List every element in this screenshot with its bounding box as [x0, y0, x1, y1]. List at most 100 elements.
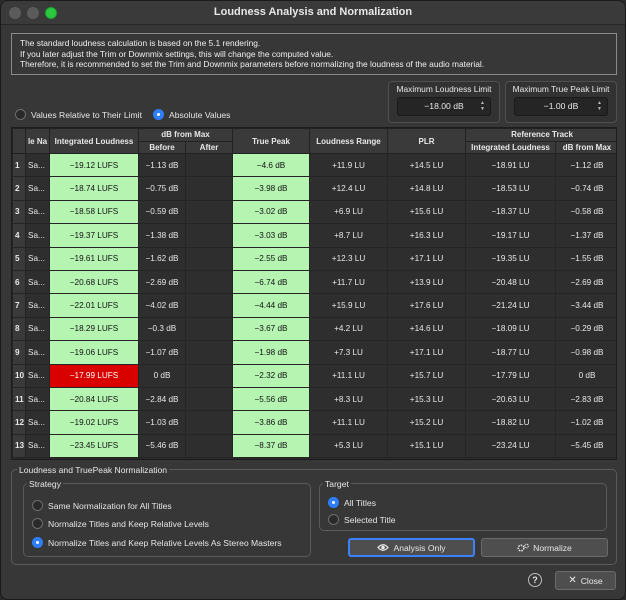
- max-loudness-limit-box: Maximum Loudness Limit −18.00 dB ▲ ▼: [388, 81, 500, 123]
- cell-title-name: Sa...: [25, 433, 50, 459]
- cell-ref-integrated: −18.37 LU: [465, 199, 557, 225]
- table-row[interactable]: 9 Sa... −19.06 LUFS −1.07 dB −1.98 dB +7.3 LU…: [12, 340, 616, 365]
- header-integrated[interactable]: Integrated Loudness: [49, 128, 139, 154]
- table-row[interactable]: 3 Sa... −18.58 LUFS −0.59 dB −3.02 dB +6.9 LU…: [12, 199, 616, 225]
- radio-off-icon: [32, 518, 43, 529]
- cell-ref-integrated: −20.48 LU: [465, 269, 557, 295]
- cell-dbfrommax-after: [184, 152, 234, 178]
- radio-on-icon: [153, 109, 164, 120]
- cell-dbfrommax-after: [184, 340, 234, 365]
- cell-title-name: Sa...: [25, 199, 50, 225]
- cell-dbfrommax-after: [184, 293, 234, 318]
- target-option-label: Selected Title: [344, 514, 396, 525]
- header-ref-dbfrommax[interactable]: dB from Max: [555, 140, 616, 154]
- table-row[interactable]: 10 Sa... −17.99 LUFS 0 dB −2.32 dB +11.1 LU +1…: [12, 363, 616, 388]
- header-before[interactable]: Before: [138, 140, 186, 154]
- normalization-group-label: Loudness and TruePeak Normalization: [17, 465, 170, 475]
- table-row[interactable]: 11 Sa... −20.84 LUFS −2.84 dB −5.56 dB +8.3 L…: [12, 386, 616, 412]
- row-index: 7: [12, 293, 26, 318]
- close-button[interactable]: ✕ Close: [555, 571, 616, 590]
- cell-dbfrommax-before: −4.02 dB: [138, 293, 186, 318]
- cell-ref-integrated: −17.79 LU: [465, 363, 557, 388]
- info-line-3: Therefore, it is recommended to set the …: [20, 59, 485, 69]
- help-button[interactable]: ?: [528, 573, 542, 587]
- cell-integrated-loudness: −19.02 LUFS: [49, 410, 139, 435]
- table-row[interactable]: 2 Sa... −18.74 LUFS −0.75 dB −3.98 dB +12.4 L…: [12, 176, 616, 201]
- relative-values-radio[interactable]: Values Relative to Their Limit: [15, 109, 142, 120]
- row-index: 3: [12, 199, 26, 225]
- table-row[interactable]: 1 Sa... −19.12 LUFS −1.13 dB −4.6 dB +11.9 LU…: [12, 152, 616, 178]
- eye-icon: [377, 544, 390, 551]
- cell-dbfrommax-before: −0.59 dB: [138, 199, 186, 225]
- cell-ref-integrated: −20.63 LU: [465, 386, 557, 412]
- cell-ref-integrated: −18.91 LU: [465, 152, 557, 178]
- cell-true-peak: −2.55 dB: [232, 246, 311, 271]
- title-bar: Loudness Analysis and Normalization: [1, 1, 625, 25]
- stepper-arrows-icon[interactable]: ▲ ▼: [480, 100, 485, 112]
- target-option-selected[interactable]: Selected Title: [328, 514, 396, 525]
- table-row[interactable]: 13 Sa... −23.45 LUFS −5.46 dB −8.37 dB +5.3 L…: [12, 433, 616, 459]
- header-after[interactable]: After: [184, 140, 234, 154]
- cell-plr: +15.7 LU: [387, 363, 467, 388]
- table-row[interactable]: 5 Sa... −19.61 LUFS −1.62 dB −2.55 dB +12.3 L…: [12, 246, 616, 271]
- header-name[interactable]: le Na: [25, 128, 50, 154]
- header-range[interactable]: Loudness Range: [309, 128, 389, 154]
- cell-plr: +17.1 LU: [387, 340, 467, 365]
- cell-dbfrommax-after: [184, 223, 234, 248]
- table-row[interactable]: 8 Sa... −18.29 LUFS −0.3 dB −3.67 dB +4.2 LU +…: [12, 316, 616, 342]
- cell-integrated-loudness: −19.61 LUFS: [49, 246, 139, 271]
- absolute-values-radio[interactable]: Absolute Values: [153, 109, 230, 120]
- cell-loudness-range: +5.3 LU: [309, 433, 389, 459]
- window-title: Loudness Analysis and Normalization: [213, 6, 413, 18]
- cell-loudness-range: +8.3 LU: [309, 386, 389, 412]
- strategy-option-label: Normalize Titles and Keep Relative Level…: [48, 537, 282, 548]
- normalize-button[interactable]: Normalize: [481, 538, 608, 557]
- max-truepeak-value: −1.00 dB: [543, 101, 579, 111]
- target-label: Target: [323, 479, 351, 489]
- cell-integrated-loudness: −20.84 LUFS: [49, 386, 139, 412]
- header-reference[interactable]: Reference Track: [465, 128, 616, 142]
- close-label: Close: [580, 575, 603, 586]
- strategy-label: Strategy: [27, 479, 64, 489]
- strategy-option-same[interactable]: Same Normalization for All Titles: [32, 500, 172, 511]
- cell-dbfrommax-after: [184, 316, 234, 342]
- table-row[interactable]: 6 Sa... −20.68 LUFS −2.69 dB −6.74 dB +11.7 L…: [12, 269, 616, 295]
- header-plr[interactable]: PLR: [387, 128, 467, 154]
- max-truepeak-input[interactable]: −1.00 dB ▲ ▼: [514, 97, 608, 116]
- table-row[interactable]: 12 Sa... −19.02 LUFS −1.03 dB −3.86 dB +11.1 …: [12, 410, 616, 435]
- cell-ref-integrated: −18.53 LU: [465, 176, 557, 201]
- stepper-arrows-icon[interactable]: ▲ ▼: [597, 100, 602, 112]
- header-truepeak[interactable]: True Peak: [232, 128, 311, 154]
- radio-off-icon: [32, 500, 43, 511]
- cell-plr: +15.2 LU: [387, 410, 467, 435]
- strategy-option-keep-relative[interactable]: Normalize Titles and Keep Relative Level…: [32, 518, 209, 529]
- max-loudness-input[interactable]: −18.00 dB ▲ ▼: [397, 97, 491, 116]
- max-loudness-value: −18.00 dB: [424, 101, 464, 111]
- header-ref-integrated[interactable]: Integrated Loudness: [465, 140, 557, 154]
- absolute-values-label: Absolute Values: [169, 109, 231, 120]
- cell-title-name: Sa...: [25, 223, 50, 248]
- table-row[interactable]: 4 Sa... −19.37 LUFS −1.38 dB −3.03 dB +8.7 LU…: [12, 223, 616, 248]
- cell-dbfrommax-after: [184, 386, 234, 412]
- cell-title-name: Sa...: [25, 410, 50, 435]
- target-option-all[interactable]: All Titles: [328, 497, 376, 508]
- row-index: 2: [12, 176, 26, 201]
- cell-dbfrommax-before: −5.46 dB: [138, 433, 186, 459]
- max-truepeak-limit-box: Maximum True Peak Limit −1.00 dB ▲ ▼: [505, 81, 617, 123]
- analysis-only-button[interactable]: Analysis Only: [348, 538, 475, 557]
- cell-dbfrommax-before: −2.69 dB: [138, 269, 186, 295]
- table-row[interactable]: 7 Sa... −22.01 LUFS −4.02 dB −4.44 dB +15.9 L…: [12, 293, 616, 318]
- cell-dbfrommax-before: −1.62 dB: [138, 246, 186, 271]
- cell-dbfrommax-before: −1.13 dB: [138, 152, 186, 178]
- row-index: 4: [12, 223, 26, 248]
- cell-title-name: Sa...: [25, 246, 50, 271]
- cell-ref-dbfrommax: −1.12 dB: [555, 152, 616, 178]
- cell-ref-dbfrommax: −3.44 dB: [555, 293, 616, 318]
- cell-dbfrommax-before: 0 dB: [138, 363, 186, 388]
- cell-integrated-loudness: −19.12 LUFS: [49, 152, 139, 178]
- close-x-icon: ✕: [568, 575, 577, 586]
- cell-true-peak: −2.32 dB: [232, 363, 311, 388]
- strategy-option-stereo-masters[interactable]: Normalize Titles and Keep Relative Level…: [32, 537, 282, 548]
- header-dbfrommax[interactable]: dB from Max: [137, 128, 234, 142]
- cell-integrated-loudness: −19.06 LUFS: [49, 340, 139, 365]
